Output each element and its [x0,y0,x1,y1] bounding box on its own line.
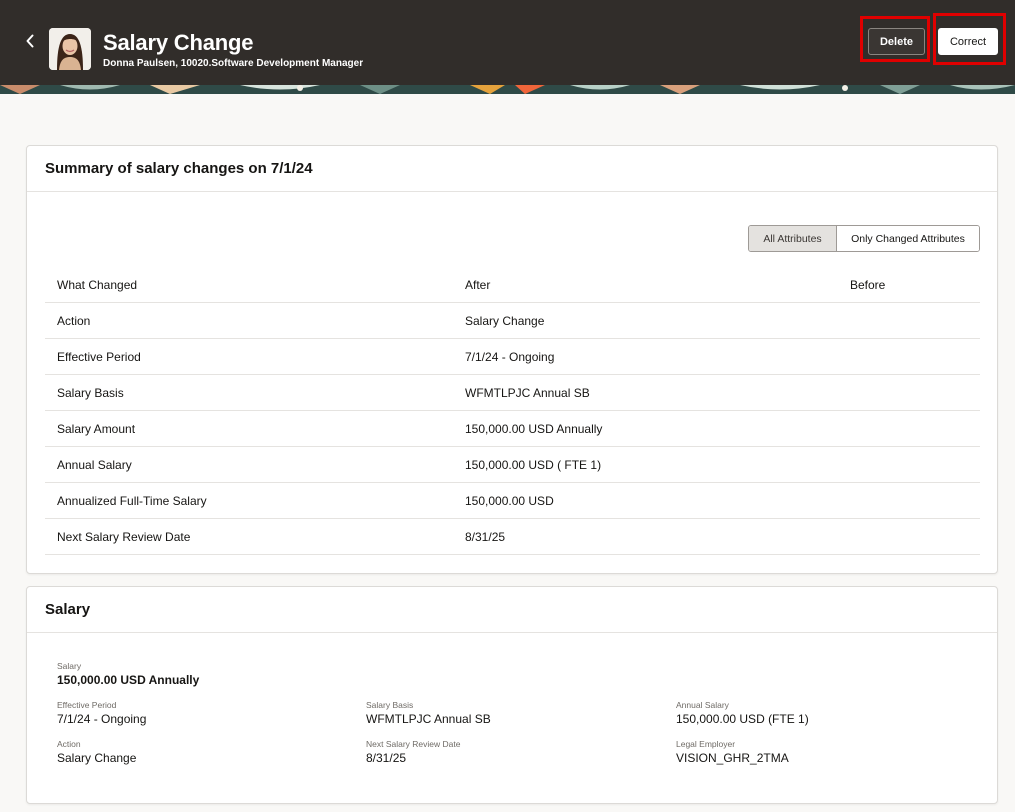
after-cell: 150,000.00 USD [465,494,554,508]
annual-salary-label: Annual Salary [676,700,729,710]
effective-period-field: Effective Period 7/1/24 - Ongoing [57,700,146,726]
salary-card: Salary Salary 150,000.00 USD Annually Ef… [26,586,998,804]
column-header-before[interactable]: Before [850,278,885,292]
next-review-date-value: 8/31/25 [366,751,407,765]
effective-period-value: 7/1/24 - Ongoing [57,712,147,726]
annual-salary-field: Annual Salary 150,000.00 USD (FTE 1) [676,700,809,726]
legal-employer-field: Legal Employer VISION_GHR_2TMA [676,739,789,765]
table-row: Annualized Full-Time Salary 150,000.00 U… [45,483,980,519]
what-changed-cell: Salary Amount [57,422,136,436]
page-header: Salary Change Donna Paulsen, 10020.Softw… [0,0,1015,85]
what-changed-cell: Effective Period [57,350,141,364]
person-photo-icon [49,28,91,70]
action-label: Action [57,739,81,749]
table-row: Salary Basis WFMTLPJC Annual SB [45,375,980,411]
legal-employer-label: Legal Employer [676,739,736,749]
table-row: Salary Amount 150,000.00 USD Annually [45,411,980,447]
only-changed-attributes-button[interactable]: Only Changed Attributes [837,226,979,251]
delete-button[interactable]: Delete [868,28,925,55]
what-changed-cell: Next Salary Review Date [57,530,191,544]
annual-salary-value: 150,000.00 USD (FTE 1) [676,712,809,726]
table-row: Next Salary Review Date 8/31/25 [45,519,980,555]
attributes-toggle: All Attributes Only Changed Attributes [748,225,980,252]
after-cell: 150,000.00 USD ( FTE 1) [465,458,602,472]
salary-basis-label: Salary Basis [366,700,414,710]
action-value: Salary Change [57,751,137,765]
chevron-left-icon [26,34,34,48]
table-row: Annual Salary 150,000.00 USD ( FTE 1) [45,447,980,483]
summary-title: Summary of salary changes on 7/1/24 [27,146,997,192]
after-cell: Salary Change [465,314,545,328]
action-field: Action Salary Change [57,739,136,765]
what-changed-cell: Action [57,314,91,328]
after-cell: 7/1/24 - Ongoing [465,350,555,364]
next-review-date-field: Next Salary Review Date 8/31/25 [366,739,460,765]
column-header-after[interactable]: After [465,278,490,292]
salary-label: Salary [57,661,82,671]
salary-field: Salary 150,000.00 USD Annually [57,661,199,687]
employee-subtitle: Donna Paulsen, 10020.Software Developmen… [103,58,364,69]
summary-card: Summary of salary changes on 7/1/24 All … [26,145,998,574]
table-row: Action Salary Change [45,303,980,339]
correct-button[interactable]: Correct [938,28,998,55]
after-cell: WFMTLPJC Annual SB [465,386,590,400]
table-header-row: What Changed After Before [45,267,980,303]
salary-basis-field: Salary Basis WFMTLPJC Annual SB [366,700,491,726]
table-row: Effective Period 7/1/24 - Ongoing [45,339,980,375]
salary-value: 150,000.00 USD Annually [57,673,200,687]
column-header-what-changed[interactable]: What Changed [57,278,137,292]
after-cell: 8/31/25 [465,530,506,544]
after-cell: 150,000.00 USD Annually [465,422,603,436]
page-title: Salary Change [103,30,254,55]
salary-basis-value: WFMTLPJC Annual SB [366,712,491,726]
what-changed-cell: Annual Salary [57,458,132,472]
salary-card-title: Salary [27,587,997,633]
all-attributes-button[interactable]: All Attributes [749,226,837,251]
legal-employer-value: VISION_GHR_2TMA [676,751,789,765]
effective-period-label: Effective Period [57,700,117,710]
decorative-banner [0,85,1015,94]
what-changed-cell: Salary Basis [57,386,124,400]
avatar [49,28,91,70]
changes-table: What Changed After Before Action Salary … [45,267,980,555]
what-changed-cell: Annualized Full-Time Salary [57,494,207,508]
back-button[interactable] [20,30,40,52]
next-review-date-label: Next Salary Review Date [366,739,461,749]
